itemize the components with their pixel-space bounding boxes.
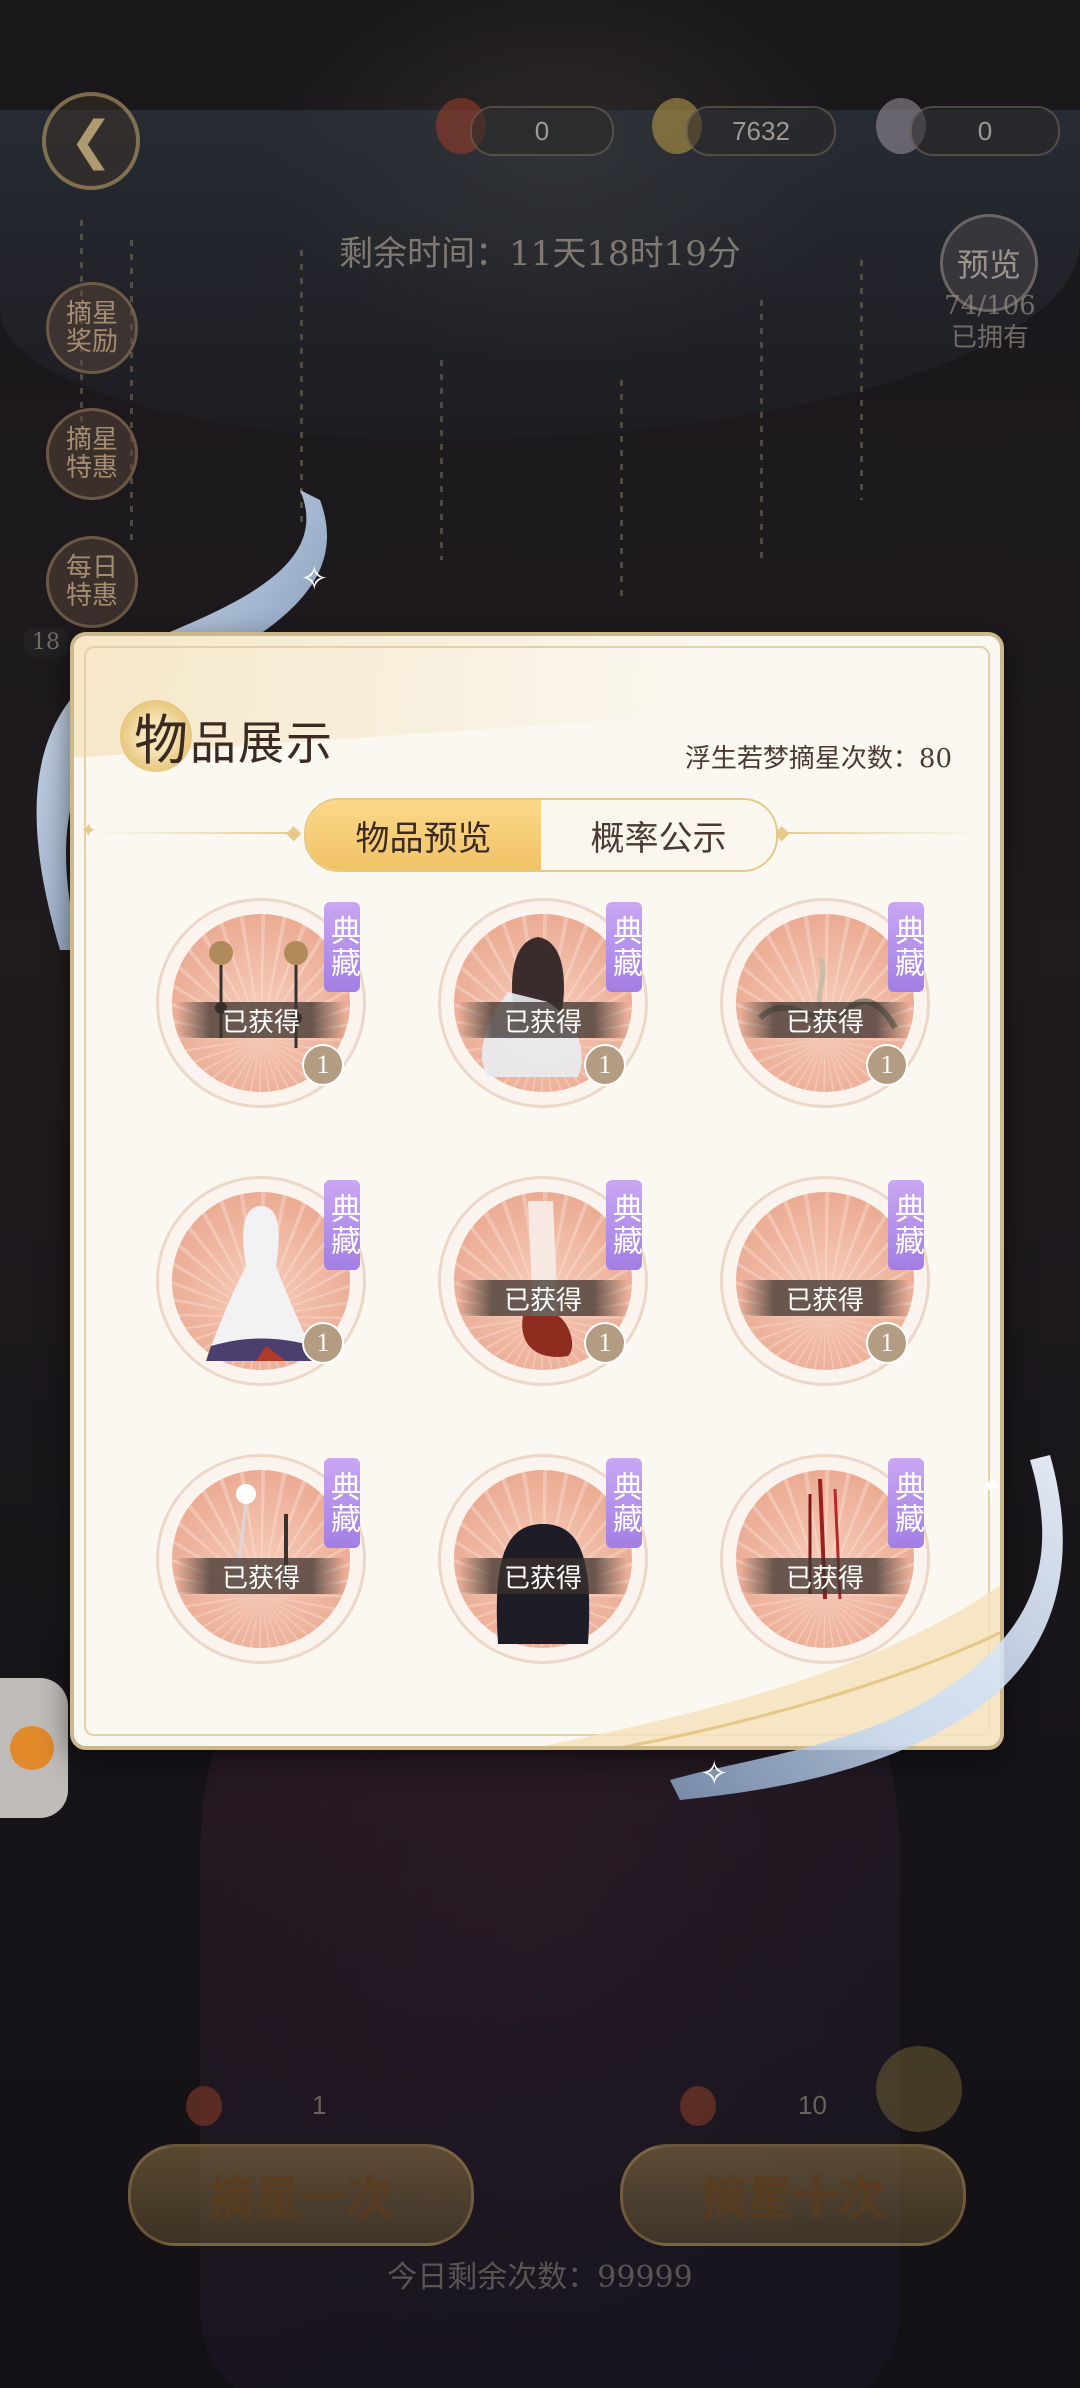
item-card[interactable]: 典藏 已获得 1 — [438, 1176, 648, 1386]
pull-one-cost: 1 — [312, 2090, 327, 2120]
remaining-count: 今日剩余次数：99999 — [387, 2260, 693, 2295]
sparkle-icon: ✦ — [80, 818, 97, 842]
item-card[interactable]: 典藏 已获得 1 — [720, 898, 930, 1108]
pull-one-button[interactable]: 摘星一次 — [128, 2144, 474, 2246]
currency-pearl[interactable]: 0 — [910, 106, 1060, 156]
owned-label: 已拥有 — [950, 323, 1029, 353]
quantity-badge: 1 — [302, 1322, 344, 1364]
currency-lantern: 0 — [470, 106, 614, 156]
collection-tag: 典藏 — [324, 1458, 360, 1548]
tab-divider-left — [94, 832, 294, 834]
collection-tag: 典藏 — [324, 902, 360, 992]
pull-ten-cost: 10 — [798, 2090, 827, 2120]
quantity-badge: 1 — [302, 1044, 344, 1086]
currency-gold[interactable]: 7632 — [686, 106, 836, 156]
side-tag: 18 — [24, 628, 68, 657]
pull-ten-button[interactable]: 摘星十次 — [620, 2144, 966, 2246]
item-card[interactable]: 典藏 已获得 — [156, 1454, 366, 1664]
quantity-badge: 1 — [866, 1044, 908, 1086]
collection-tag: 典藏 — [888, 902, 924, 992]
sparkle-icon: ◆ — [286, 820, 302, 844]
item-card[interactable]: 典藏 已获得 1 — [720, 1176, 930, 1386]
item-display-modal: 物品展示 浮生若梦摘星次数：80 ✦ ◆ ◆ 物品预览 概率公示 典藏 已获得 … — [70, 632, 1004, 1750]
item-card[interactable]: 典藏 1 — [156, 1176, 366, 1386]
obtained-label: 已获得 — [458, 1280, 628, 1316]
obtained-label: 已获得 — [176, 1558, 346, 1594]
gold-swoosh-decoration — [543, 1585, 1000, 1746]
tab-divider-right — [784, 832, 984, 834]
back-button[interactable]: ❮ — [42, 92, 140, 190]
smiley-icon — [10, 1726, 54, 1770]
tab-probability[interactable]: 概率公示 — [541, 800, 776, 870]
red-lantern-icon — [186, 2086, 222, 2126]
guarantee-badge — [876, 2046, 962, 2132]
red-lantern-icon — [680, 2086, 716, 2126]
tab-bar: 物品预览 概率公示 — [304, 798, 778, 872]
collection-tag: 典藏 — [888, 1180, 924, 1270]
obtained-label: 已获得 — [176, 1002, 346, 1038]
side-button-star-reward[interactable]: 摘星奖励 — [46, 282, 138, 374]
tab-item-preview[interactable]: 物品预览 — [306, 800, 541, 870]
quantity-badge: 1 — [584, 1044, 626, 1086]
obtained-label: 已获得 — [458, 1002, 628, 1038]
item-card[interactable]: 典藏 已获得 1 — [438, 898, 648, 1108]
side-button-star-deal[interactable]: 摘星特惠 — [46, 408, 138, 500]
earrings-art — [209, 941, 308, 1048]
chat-button[interactable] — [0, 1678, 68, 1818]
remaining-time: 剩余时间：11天18时19分 — [339, 234, 741, 274]
obtained-label: 已获得 — [740, 1002, 910, 1038]
draw-count-label: 浮生若梦摘星次数：80 — [684, 744, 952, 774]
modal-title: 物品展示 — [134, 709, 334, 772]
quantity-badge: 1 — [584, 1322, 626, 1364]
item-card[interactable]: 典藏 已获得 1 — [156, 898, 366, 1108]
arrow-left-icon: ❮ — [69, 111, 113, 171]
owned-count: 74/106 — [944, 291, 1036, 321]
obtained-label: 已获得 — [740, 1280, 910, 1316]
collection-tag: 典藏 — [606, 902, 642, 992]
collection-tag: 典藏 — [324, 1180, 360, 1270]
side-button-daily-deal[interactable]: 每日特惠 — [46, 536, 138, 628]
collection-tag: 典藏 — [606, 1180, 642, 1270]
owned-counter: 74/106 已拥有 — [930, 290, 1050, 354]
quantity-badge: 1 — [866, 1322, 908, 1364]
